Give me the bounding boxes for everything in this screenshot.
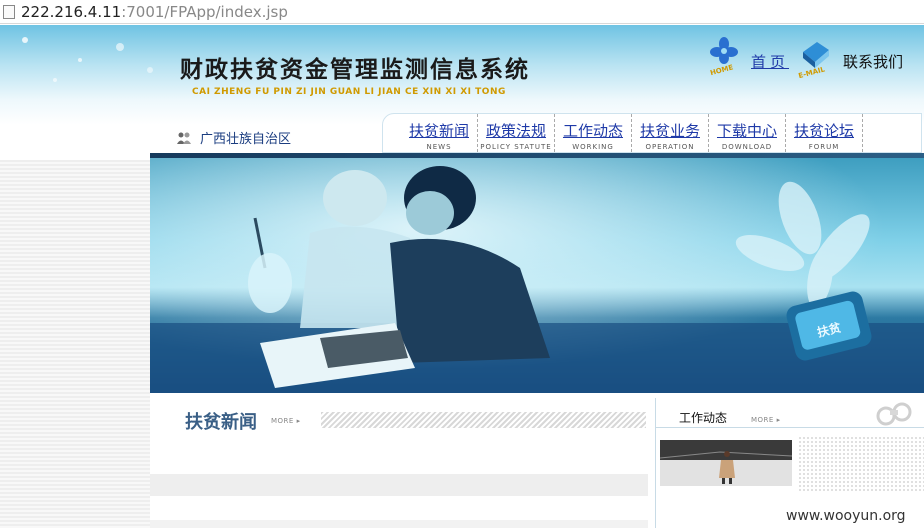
work-more-link[interactable]: MORE ▸ (751, 416, 781, 424)
site-title: 财政扶贫资金管理监测信息系统 (180, 56, 530, 83)
nav-label[interactable]: 扶贫新闻 (409, 120, 469, 141)
nav-label[interactable]: 工作动态 (563, 120, 623, 141)
nav-label[interactable]: 下载中心 (717, 120, 777, 141)
main-nav: 扶贫新闻 NEWS 政策法规 POLICY STATUTE 工作动态 WORKI… (382, 113, 922, 153)
news-row (150, 520, 648, 528)
nav-sublabel: WORKING (572, 143, 614, 151)
news-hatch-divider (321, 412, 646, 428)
contact-us-link[interactable]: 联系我们 (843, 51, 903, 72)
address-bar[interactable]: 222.216.4.11 :7001/FPApp/index.jsp (0, 0, 924, 24)
binoculars-icon (876, 402, 912, 426)
nav-sublabel: DOWNLOAD (721, 143, 773, 151)
region-indicator: 广西壮族自治区 (176, 128, 291, 147)
nav-label[interactable]: 扶贫业务 (640, 120, 700, 141)
users-icon (177, 132, 191, 144)
nav-sublabel: OPERATION (645, 143, 695, 151)
work-divider (656, 427, 924, 428)
svg-text:E-MAIL: E-MAIL (798, 65, 827, 78)
work-photo[interactable] (660, 440, 792, 486)
nav-sublabel: FORUM (808, 143, 840, 151)
nav-label[interactable]: 扶贫论坛 (794, 120, 854, 141)
nav-item-forum[interactable]: 扶贫论坛 FORUM (786, 114, 863, 152)
left-sidebar (0, 160, 150, 528)
nav-sublabel: POLICY STATUTE (480, 143, 552, 151)
region-label: 广西壮族自治区 (200, 132, 292, 147)
nav-item-policy[interactable]: 政策法规 POLICY STATUTE (478, 114, 555, 152)
nav-item-download[interactable]: 下载中心 DOWNLOAD (709, 114, 786, 152)
banner-illustration: 扶贫 (150, 158, 924, 393)
site-pinyin: CAI ZHENG FU PIN ZI JIN GUAN LI JIAN CE … (192, 87, 506, 97)
url-host[interactable]: 222.216.4.11 (21, 3, 121, 21)
news-section: 扶贫新闻 MORE ▸ (150, 398, 655, 528)
page-icon (3, 4, 15, 19)
nav-item-news[interactable]: 扶贫新闻 NEWS (401, 114, 478, 152)
news-heading: 扶贫新闻 (185, 412, 257, 433)
nav-sublabel: NEWS (426, 143, 452, 151)
watermark: www.wooyun.org (786, 508, 906, 524)
hero-banner: 扶贫 (150, 158, 924, 393)
nav-item-working[interactable]: 工作动态 WORKING (555, 114, 632, 152)
work-heading: 工作动态 (679, 411, 728, 425)
svg-text:HOME: HOME (709, 63, 734, 76)
work-pattern (798, 436, 924, 491)
home-link[interactable]: 首页 (751, 51, 789, 72)
email-icon[interactable]: E-MAIL (797, 38, 829, 80)
nav-item-operation[interactable]: 扶贫业务 OPERATION (632, 114, 709, 152)
home-icon[interactable]: HOME (709, 36, 739, 77)
url-path[interactable]: :7001/FPApp/index.jsp (121, 3, 288, 21)
news-row (150, 474, 648, 496)
news-more-link[interactable]: MORE ▸ (271, 417, 301, 425)
nav-label[interactable]: 政策法规 (486, 120, 546, 141)
